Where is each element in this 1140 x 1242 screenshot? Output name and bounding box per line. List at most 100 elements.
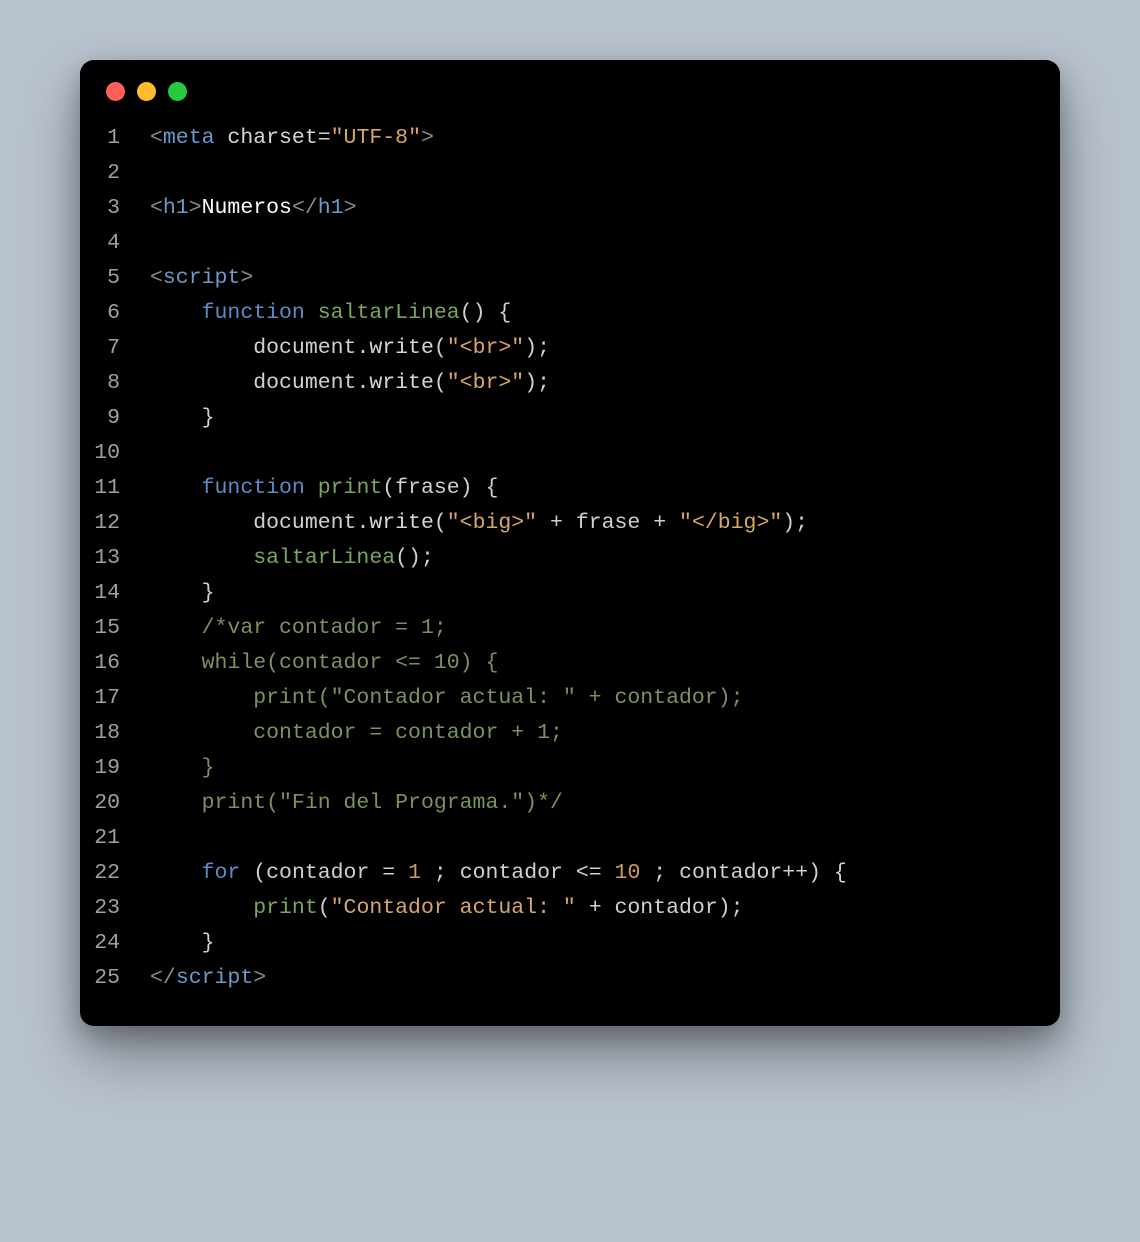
- token-text: [602, 896, 615, 920]
- token-text: [563, 511, 576, 535]
- maximize-button[interactable]: [168, 82, 187, 101]
- token-text: [640, 861, 653, 885]
- token-text: [215, 126, 228, 150]
- line-number: 11: [80, 471, 138, 506]
- token-punc: +: [653, 511, 666, 535]
- token-text: [369, 861, 382, 885]
- line-number: 1: [80, 121, 138, 156]
- token-punc: {: [834, 861, 847, 885]
- token-ident: contador: [615, 896, 718, 920]
- token-punc: ();: [395, 546, 434, 570]
- token-punc: .: [356, 511, 369, 535]
- token-text: [576, 896, 589, 920]
- token-punc: (: [434, 371, 447, 395]
- code-content: }: [138, 401, 215, 436]
- code-line: 24 }: [80, 926, 1060, 961]
- token-tag: h1: [163, 196, 189, 220]
- token-punc: {: [485, 476, 498, 500]
- token-text: [821, 861, 834, 885]
- token-punc: =: [318, 126, 331, 150]
- token-comment: contador = contador + 1;: [253, 721, 563, 745]
- token-text: [602, 861, 615, 885]
- token-punc: <=: [576, 861, 602, 885]
- window-titlebar: [80, 60, 1060, 111]
- token-text: [666, 861, 679, 885]
- code-content: document.write("<big>" + frase + "</big>…: [138, 506, 808, 541]
- code-content: saltarLinea();: [138, 541, 434, 576]
- token-ident: contador: [266, 861, 369, 885]
- line-number: 23: [80, 891, 138, 926]
- token-tag: h1: [318, 196, 344, 220]
- token-ws: [150, 651, 202, 675]
- token-angle: <: [150, 266, 163, 290]
- token-method: write: [369, 511, 434, 535]
- line-number: 2: [80, 156, 138, 191]
- code-content: }: [138, 751, 215, 786]
- token-keyword: function: [202, 301, 305, 325]
- token-ws: [150, 686, 253, 710]
- code-content: <script>: [138, 261, 253, 296]
- code-window: 1<meta charset="UTF-8">2 3<h1>Numeros</h…: [80, 60, 1060, 1026]
- token-txt: Numeros: [202, 196, 292, 220]
- code-content: while(contador <= 10) {: [138, 646, 498, 681]
- code-editor[interactable]: 1<meta charset="UTF-8">2 3<h1>Numeros</h…: [80, 111, 1060, 1026]
- token-angle: >: [253, 966, 266, 990]
- token-comment: print("Contador actual: " + contador);: [253, 686, 743, 710]
- close-button[interactable]: [106, 82, 125, 101]
- code-content: }: [138, 926, 215, 961]
- token-ws: [150, 581, 202, 605]
- code-content: function print(frase) {: [138, 471, 498, 506]
- token-fn: saltarLinea: [253, 546, 395, 570]
- token-text: [240, 861, 253, 885]
- token-punc: (: [382, 476, 395, 500]
- token-text: [640, 511, 653, 535]
- code-content: <h1>Numeros</h1>: [138, 191, 356, 226]
- code-line: 23 print("Contador actual: " + contador)…: [80, 891, 1060, 926]
- token-punc: .: [356, 336, 369, 360]
- token-angle: </: [292, 196, 318, 220]
- code-line: 10: [80, 436, 1060, 471]
- code-content: [138, 226, 163, 261]
- code-content: [138, 821, 163, 856]
- token-ws: [150, 896, 253, 920]
- token-punc: }: [202, 406, 215, 430]
- line-number: 9: [80, 401, 138, 436]
- token-punc: }: [202, 581, 215, 605]
- token-fn: print: [253, 896, 318, 920]
- token-punc: +: [550, 511, 563, 535]
- token-punc: (: [434, 511, 447, 535]
- token-angle: >: [240, 266, 253, 290]
- token-text: [421, 861, 434, 885]
- token-string: "<br>": [447, 336, 524, 360]
- line-number: 17: [80, 681, 138, 716]
- token-ws: [150, 756, 202, 780]
- token-num: 1: [408, 861, 421, 885]
- minimize-button[interactable]: [137, 82, 156, 101]
- token-num: 10: [615, 861, 641, 885]
- line-number: 16: [80, 646, 138, 681]
- token-ws: [150, 371, 253, 395]
- token-punc: ++): [782, 861, 821, 885]
- line-number: 15: [80, 611, 138, 646]
- code-line: 14 }: [80, 576, 1060, 611]
- token-punc: );: [524, 371, 550, 395]
- code-line: 16 while(contador <= 10) {: [80, 646, 1060, 681]
- token-punc: ): [460, 476, 473, 500]
- token-comment: }: [202, 756, 215, 780]
- token-text: [305, 476, 318, 500]
- code-line: 17 print("Contador actual: " + contador)…: [80, 681, 1060, 716]
- token-angle: >: [189, 196, 202, 220]
- token-ident: frase: [576, 511, 641, 535]
- code-line: 8 document.write("<br>");: [80, 366, 1060, 401]
- token-tag: script: [163, 266, 240, 290]
- code-line: 13 saltarLinea();: [80, 541, 1060, 576]
- token-text: [395, 861, 408, 885]
- code-line: 22 for (contador = 1 ; contador <= 10 ; …: [80, 856, 1060, 891]
- token-text: [563, 861, 576, 885]
- code-content: /*var contador = 1;: [138, 611, 447, 646]
- token-string: "<big>": [447, 511, 537, 535]
- token-tag: meta: [163, 126, 215, 150]
- line-number: 5: [80, 261, 138, 296]
- token-ws: [150, 511, 253, 535]
- code-line: 3<h1>Numeros</h1>: [80, 191, 1060, 226]
